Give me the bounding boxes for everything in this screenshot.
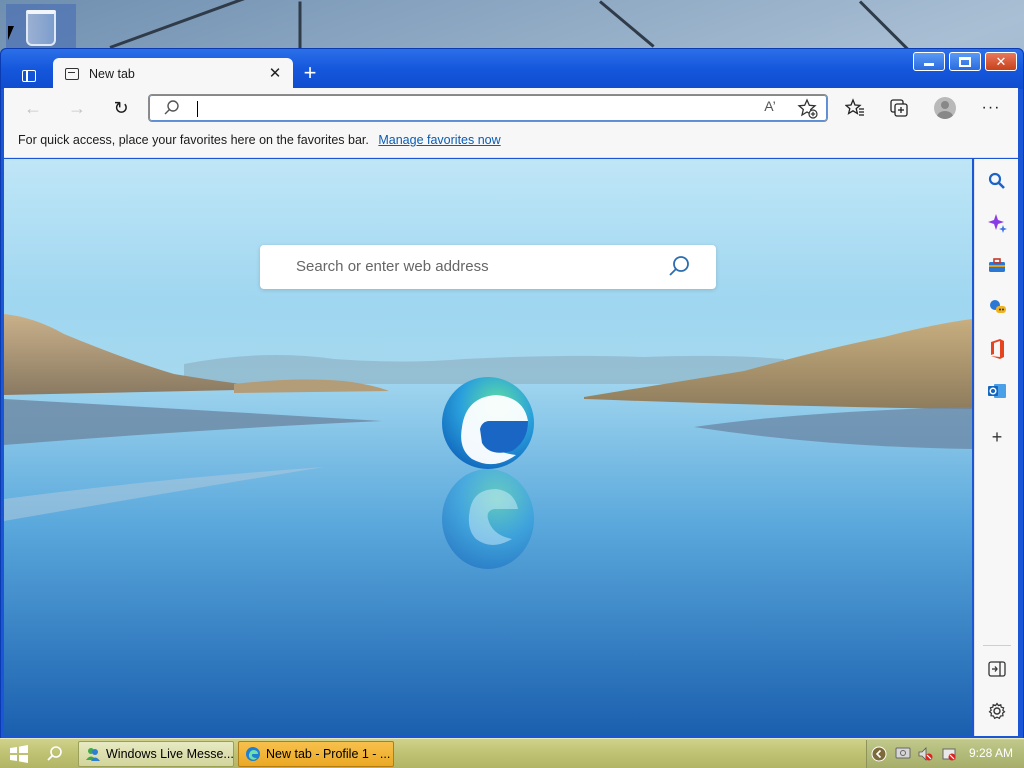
favorites-button[interactable] [842, 96, 868, 120]
close-tab-button[interactable]: ✕ [265, 64, 285, 84]
browser-toolbar: ← → ↻ A’ ··· [4, 88, 1018, 128]
games-icon[interactable] [985, 295, 1009, 319]
settings-and-more-button[interactable]: ··· [978, 96, 1004, 120]
gear-icon[interactable] [985, 699, 1009, 723]
sparkle-icon[interactable] [985, 211, 1009, 235]
sidebar-collapse-icon[interactable] [985, 657, 1009, 681]
collections-icon [890, 99, 908, 117]
text-caret [197, 101, 198, 117]
new-tab-page-icon [65, 67, 79, 80]
plus-icon[interactable]: + [985, 425, 1009, 449]
start-button[interactable] [2, 741, 36, 767]
forward-button[interactable]: → [64, 96, 90, 120]
tab-actions-icon[interactable] [17, 65, 41, 87]
sidebar-divider [983, 645, 1011, 646]
search-icon [47, 746, 62, 761]
maximize-button[interactable] [949, 52, 981, 71]
desktop-wallpaper-line [298, 1, 302, 52]
taskbar: Windows Live Messe... New tab - Profile … [0, 738, 1024, 768]
search-icon[interactable] [666, 254, 692, 280]
search-icon[interactable] [985, 169, 1009, 193]
mouse-cursor-icon [8, 26, 20, 40]
taskbar-item-label: Windows Live Messe... [106, 747, 234, 761]
profile-button[interactable] [932, 96, 958, 120]
page-search-box[interactable]: Search or enter web address [260, 245, 716, 289]
edge-icon [246, 747, 260, 761]
edge-logo-icon [442, 377, 534, 469]
page-search-placeholder: Search or enter web address [296, 258, 489, 275]
tab-title: New tab [89, 66, 135, 81]
favorites-bar-hint: For quick access, place your favorites h… [18, 133, 369, 147]
new-tab-button[interactable]: + [299, 62, 321, 85]
address-bar[interactable]: A’ [148, 94, 828, 122]
title-bar: New tab ✕ + ✕ [1, 49, 1023, 89]
windows-logo-icon [10, 745, 28, 763]
desktop-wallpaper-line [109, 0, 299, 49]
volume-muted-icon[interactable] [917, 746, 933, 762]
close-window-button[interactable]: ✕ [985, 52, 1017, 71]
office-icon[interactable] [985, 337, 1009, 361]
new-tab-page: Search or enter web address [4, 159, 972, 736]
favorites-bar: For quick access, place your favorites h… [4, 128, 1018, 158]
taskbar-item-label: New tab - Profile 1 - ... [266, 747, 391, 761]
desktop-wallpaper-line [858, 0, 911, 53]
minimize-button[interactable] [913, 52, 945, 71]
search-icon [164, 100, 179, 115]
action-center-icon[interactable] [941, 746, 957, 762]
taskbar-item-edge[interactable]: New tab - Profile 1 - ... [238, 741, 394, 767]
read-aloud-icon[interactable]: A’ [759, 98, 781, 114]
manage-favorites-link[interactable]: Manage favorites now [378, 133, 500, 147]
back-button[interactable]: ← [20, 96, 46, 120]
toolbox-icon[interactable] [985, 253, 1009, 277]
refresh-button[interactable]: ↻ [108, 96, 134, 120]
outlook-icon[interactable] [985, 379, 1009, 403]
collections-button[interactable] [886, 96, 912, 120]
system-tray: 9:28 AM [866, 740, 1024, 768]
taskbar-search-button[interactable] [42, 743, 68, 765]
messenger-icon [86, 748, 100, 761]
add-favorite-icon[interactable] [797, 98, 819, 120]
desktop-wallpaper-line [599, 0, 655, 48]
tab-new-tab[interactable]: New tab ✕ [53, 58, 293, 89]
favorites-star-icon [845, 98, 864, 116]
show-hidden-icons-icon[interactable] [871, 746, 887, 762]
network-icon[interactable] [895, 746, 911, 762]
edge-sidebar: + [974, 159, 1018, 736]
taskbar-item-messenger[interactable]: Windows Live Messe... [78, 741, 234, 767]
clock[interactable]: 9:28 AM [969, 746, 1013, 760]
avatar [934, 97, 956, 119]
